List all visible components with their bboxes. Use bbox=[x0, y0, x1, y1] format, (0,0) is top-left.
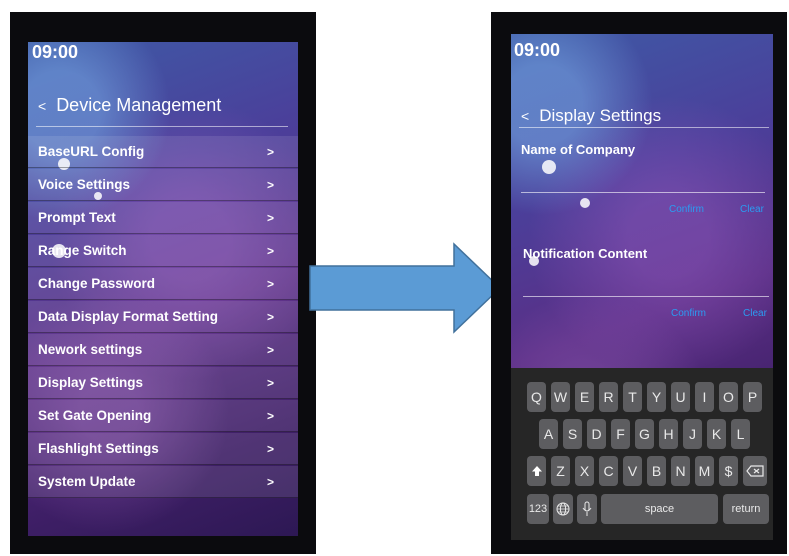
return-key[interactable]: return bbox=[723, 494, 769, 524]
chevron-right-icon: > bbox=[266, 441, 274, 456]
menu-item-label: Flashlight Settings bbox=[38, 441, 159, 456]
decorative-bubble bbox=[542, 160, 556, 174]
company-clear-button[interactable]: Clear bbox=[740, 204, 764, 215]
notification-content-label: Notification Content bbox=[523, 246, 648, 261]
key-w[interactable]: W bbox=[551, 382, 570, 412]
numbers-key[interactable]: 123 bbox=[527, 494, 549, 524]
company-confirm-button[interactable]: Confirm bbox=[669, 204, 704, 215]
menu-item-change-password[interactable]: Change Password > bbox=[28, 268, 298, 300]
key-h[interactable]: H bbox=[659, 419, 678, 449]
menu-item-display-settings[interactable]: Display Settings > bbox=[28, 367, 298, 399]
key-f[interactable]: F bbox=[611, 419, 630, 449]
key-y[interactable]: Y bbox=[647, 382, 666, 412]
chevron-right-icon: > bbox=[266, 408, 274, 423]
menu-item-label: Range Switch bbox=[38, 243, 127, 258]
menu-item-label: Nework settings bbox=[38, 342, 143, 357]
chevron-right-icon: > bbox=[266, 144, 274, 159]
key-z[interactable]: Z bbox=[551, 456, 570, 486]
backspace-key[interactable] bbox=[743, 456, 767, 486]
menu-item-set-gate-opening[interactable]: Set Gate Opening > bbox=[28, 400, 298, 432]
key-j[interactable]: J bbox=[683, 419, 702, 449]
key-r[interactable]: R bbox=[599, 382, 618, 412]
page-header: < Device Management bbox=[38, 95, 221, 116]
title-divider bbox=[519, 127, 769, 128]
chevron-right-icon: > bbox=[266, 243, 274, 258]
menu-item-label: BaseURL Config bbox=[38, 144, 145, 159]
shift-arrow-icon bbox=[531, 466, 542, 476]
shift-key[interactable] bbox=[527, 456, 546, 486]
menu-item-data-display-format[interactable]: Data Display Format Setting > bbox=[28, 301, 298, 333]
notification-content-input[interactable] bbox=[523, 296, 769, 297]
chevron-right-icon: > bbox=[266, 276, 274, 291]
chevron-right-icon: > bbox=[266, 309, 274, 324]
right-device-frame: 09:00 < Display Settings Name of Company… bbox=[491, 12, 787, 554]
key-a[interactable]: A bbox=[539, 419, 558, 449]
back-icon[interactable]: < bbox=[38, 98, 46, 114]
page-title: Device Management bbox=[56, 95, 222, 115]
key-v[interactable]: V bbox=[623, 456, 642, 486]
key-c[interactable]: C bbox=[599, 456, 618, 486]
company-name-label: Name of Company bbox=[521, 142, 636, 157]
microphone-key[interactable] bbox=[577, 494, 597, 524]
menu-item-label: System Update bbox=[38, 474, 136, 489]
menu-item-label: Prompt Text bbox=[38, 210, 116, 225]
key-i[interactable]: I bbox=[695, 382, 714, 412]
chevron-right-icon: > bbox=[266, 375, 274, 390]
page-title: Display Settings bbox=[539, 106, 662, 125]
key-k[interactable]: K bbox=[707, 419, 726, 449]
menu-item-label: Data Display Format Setting bbox=[38, 309, 219, 324]
status-time: 09:00 bbox=[514, 40, 561, 60]
transition-arrow bbox=[309, 242, 502, 334]
title-divider bbox=[36, 126, 288, 127]
backspace-icon bbox=[746, 465, 764, 477]
settings-menu: BaseURL Config > Voice Settings > Prompt T… bbox=[28, 136, 298, 499]
key-p[interactable]: P bbox=[743, 382, 762, 412]
microphone-icon bbox=[582, 501, 592, 516]
menu-item-label: Display Settings bbox=[38, 375, 144, 390]
globe-icon bbox=[556, 502, 570, 516]
status-time: 09:00 bbox=[32, 42, 79, 62]
left-device-frame: 09:00 < Device Management BaseURL Config… bbox=[10, 12, 316, 554]
chevron-right-icon: > bbox=[266, 474, 274, 489]
page-header: < Display Settings bbox=[521, 106, 661, 126]
chevron-right-icon: > bbox=[266, 342, 274, 357]
key-d[interactable]: D bbox=[587, 419, 606, 449]
menu-item-flashlight-settings[interactable]: Flashlight Settings > bbox=[28, 433, 298, 465]
menu-item-voice-settings[interactable]: Voice Settings > bbox=[28, 169, 298, 201]
chevron-right-icon: > bbox=[266, 210, 274, 225]
back-icon[interactable]: < bbox=[521, 108, 529, 124]
notification-clear-button[interactable]: Clear bbox=[743, 308, 767, 319]
menu-item-system-update[interactable]: System Update > bbox=[28, 466, 298, 498]
menu-item-baseurl-config[interactable]: BaseURL Config > bbox=[28, 136, 298, 168]
onscreen-keyboard: Q W E R T Y U I O P A S D F G H J K L Z … bbox=[511, 368, 773, 540]
globe-key[interactable] bbox=[553, 494, 573, 524]
key-n[interactable]: N bbox=[671, 456, 690, 486]
menu-item-range-switch[interactable]: Range Switch > bbox=[28, 235, 298, 267]
menu-item-prompt-text[interactable]: Prompt Text > bbox=[28, 202, 298, 234]
key-dollar[interactable]: $ bbox=[719, 456, 738, 486]
menu-item-label: Change Password bbox=[38, 276, 156, 291]
space-key[interactable]: space bbox=[601, 494, 718, 524]
key-x[interactable]: X bbox=[575, 456, 594, 486]
device-management-screen: 09:00 < Device Management BaseURL Config… bbox=[28, 42, 298, 536]
key-b[interactable]: B bbox=[647, 456, 666, 486]
company-name-input[interactable] bbox=[521, 192, 765, 193]
key-o[interactable]: O bbox=[719, 382, 738, 412]
menu-item-label: Voice Settings bbox=[38, 177, 131, 192]
key-t[interactable]: T bbox=[623, 382, 642, 412]
key-e[interactable]: E bbox=[575, 382, 594, 412]
key-s[interactable]: S bbox=[563, 419, 582, 449]
key-m[interactable]: M bbox=[695, 456, 714, 486]
menu-item-network-settings[interactable]: Nework settings > bbox=[28, 334, 298, 366]
key-l[interactable]: L bbox=[731, 419, 750, 449]
notification-confirm-button[interactable]: Confirm bbox=[671, 308, 706, 319]
decorative-bubble bbox=[580, 198, 590, 208]
key-u[interactable]: U bbox=[671, 382, 690, 412]
key-q[interactable]: Q bbox=[527, 382, 546, 412]
key-g[interactable]: G bbox=[635, 419, 654, 449]
display-settings-screen: 09:00 < Display Settings Name of Company… bbox=[511, 34, 773, 540]
chevron-right-icon: > bbox=[266, 177, 274, 192]
menu-item-label: Set Gate Opening bbox=[38, 408, 152, 423]
